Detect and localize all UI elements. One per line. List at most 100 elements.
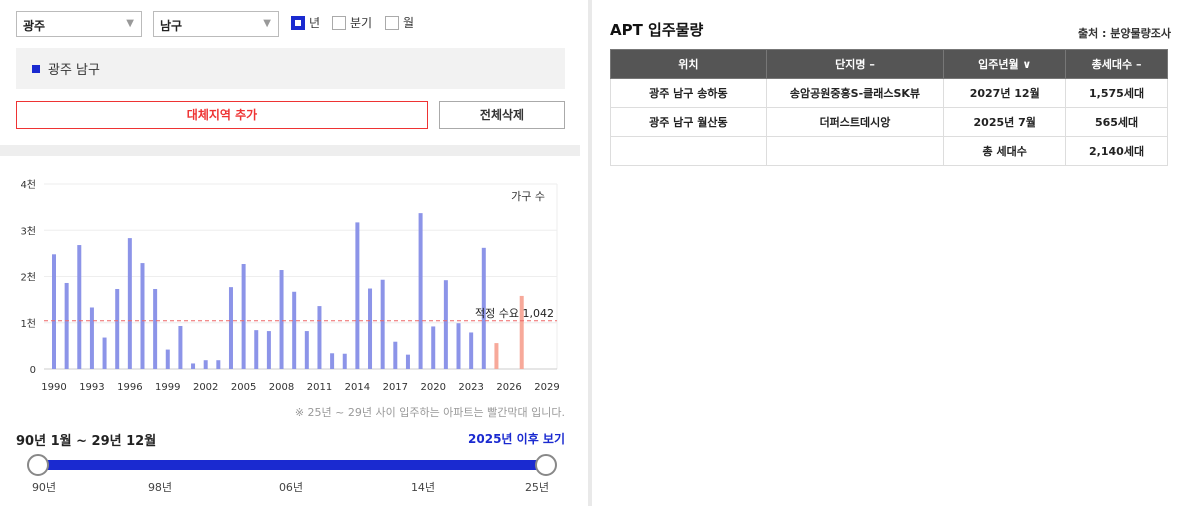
bar xyxy=(418,213,423,369)
col-location[interactable]: 위치 xyxy=(610,49,767,79)
after-2025-link[interactable]: 2025년 이후 보기 xyxy=(468,430,565,447)
cell-location: 광주 남구 송하동 xyxy=(610,78,767,108)
bar xyxy=(292,291,297,369)
bar xyxy=(140,263,145,369)
col-total-households[interactable]: 총세대수 – xyxy=(1065,49,1168,79)
bar xyxy=(241,264,246,369)
bar xyxy=(443,280,448,369)
checkbox-unchecked-icon xyxy=(332,15,346,30)
chart-note: ※ 25년 ~ 29년 사이 입주하는 아파트는 빨간막대 입니다. xyxy=(294,406,565,419)
period-quarter-label: 분기 xyxy=(350,16,373,30)
y-tick-label: 4천 xyxy=(20,179,36,191)
bar xyxy=(368,288,373,369)
supply-bar-chart: 0 1천 2천 3천 4천 1990 1993 1996 1999 2002 2005 2008 201… xyxy=(20,179,559,393)
selected-region-label: 광주 남구 xyxy=(48,63,100,78)
cell-move-in-date: 2027년 12월 xyxy=(943,78,1067,108)
table-row[interactable]: 광주 남구 월산동 더퍼스트데시앙 2025년 7월 565세대 xyxy=(610,107,1168,137)
district-select-value: 남구 xyxy=(160,19,183,33)
bar xyxy=(115,288,120,369)
region-color-marker xyxy=(32,64,40,73)
bar xyxy=(431,326,436,369)
bar xyxy=(127,238,132,369)
apt-supply-title: APT 입주물량 xyxy=(610,21,704,39)
bar xyxy=(304,331,309,369)
x-tick-label: 2026 xyxy=(496,382,521,393)
bar xyxy=(456,323,461,369)
apt-supply-table: 위치 단지명 – 입주년월 ∨ 총세대수 – 광주 남구 송하동 송암공원중흥S… xyxy=(610,49,1168,166)
bar xyxy=(266,331,271,369)
period-month-checkbox[interactable]: 월 xyxy=(385,14,414,31)
range-label: 90년 1월 ~ 29년 12월 xyxy=(16,434,157,449)
district-select[interactable]: 남구 ▼ xyxy=(153,11,279,37)
table-row[interactable]: 광주 남구 송하동 송암공원중흥S-클래스SK뷰 2027년 12월 1,575… xyxy=(610,78,1168,108)
cell-location: 광주 남구 월산동 xyxy=(610,107,767,137)
right-panel: APT 입주물량 출처 : 분양물량조사 위치 단지명 – 입주년월 ∨ 총세대… xyxy=(592,0,1179,506)
col-move-in-date[interactable]: 입주년월 ∨ xyxy=(943,49,1067,79)
bar xyxy=(494,343,499,369)
range-end-handle[interactable] xyxy=(535,454,557,476)
x-tick-label: 2008 xyxy=(269,382,294,393)
bar xyxy=(77,245,82,369)
province-select[interactable]: 광주 ▼ xyxy=(16,11,142,37)
x-tick-label: 2029 xyxy=(534,382,559,393)
period-year-label: 년 xyxy=(309,16,321,30)
bar xyxy=(355,222,360,369)
bar xyxy=(254,330,259,369)
bar xyxy=(191,363,196,369)
cell-total-label: 총 세대수 xyxy=(943,136,1067,166)
y-axis-label: 가구 수 xyxy=(511,190,545,203)
x-tick-label: 2023 xyxy=(458,382,483,393)
province-select-value: 광주 xyxy=(23,19,46,33)
slider-tick-label: 98년 xyxy=(147,481,173,494)
table-header-row: 위치 단지명 – 입주년월 ∨ 총세대수 – xyxy=(610,49,1168,79)
range-start-handle[interactable] xyxy=(27,454,49,476)
selected-region-box: 광주 남구 xyxy=(16,48,565,89)
bar xyxy=(153,288,158,369)
cell-complex-name: 더퍼스트데시앙 xyxy=(765,107,945,137)
bar xyxy=(380,279,385,369)
bar xyxy=(279,270,284,369)
y-tick-label: 0 xyxy=(30,365,36,376)
bar xyxy=(203,360,208,369)
x-tick-label: 1993 xyxy=(79,382,104,393)
cell-total-value: 2,140세대 xyxy=(1065,136,1168,166)
slider-tick-label: 25년 xyxy=(524,481,550,494)
add-alt-region-button[interactable]: 대체지역 추가 xyxy=(16,101,428,129)
col-complex-name[interactable]: 단지명 – xyxy=(765,49,945,79)
period-month-label: 월 xyxy=(403,16,415,30)
bar xyxy=(342,353,347,369)
section-divider xyxy=(0,145,580,156)
x-tick-label: 2011 xyxy=(307,382,332,393)
source-label: 출처 : 분양물량조사 xyxy=(1077,27,1171,40)
y-tick-label: 1천 xyxy=(20,318,36,330)
x-tick-label: 2005 xyxy=(231,382,256,393)
bar xyxy=(178,325,183,369)
range-slider-track[interactable] xyxy=(38,460,546,470)
chevron-down-icon: ▼ xyxy=(126,18,134,29)
y-tick-label: 2천 xyxy=(20,272,36,284)
cell-complex-name: 송암공원중흥S-클래스SK뷰 xyxy=(765,78,945,108)
x-tick-label: 2017 xyxy=(383,382,408,393)
delete-all-button[interactable]: 전체삭제 xyxy=(439,101,565,129)
cell-move-in-date: 2025년 7월 xyxy=(943,107,1067,137)
table-total-row: 총 세대수 2,140세대 xyxy=(610,136,1168,166)
cell-total-households: 1,575세대 xyxy=(1065,78,1168,108)
period-quarter-checkbox[interactable]: 분기 xyxy=(332,14,372,31)
bar xyxy=(228,287,233,369)
x-tick-label: 1996 xyxy=(117,382,142,393)
checkbox-unchecked-icon xyxy=(385,15,399,30)
bar xyxy=(317,306,322,369)
slider-tick-label: 06년 xyxy=(278,481,304,494)
bar xyxy=(52,254,56,369)
cell-total-households: 565세대 xyxy=(1065,107,1168,137)
bar xyxy=(393,341,398,369)
bar xyxy=(102,337,107,369)
x-tick-label: 2002 xyxy=(193,382,218,393)
reference-line-label: 적정 수요 1,042 xyxy=(475,307,554,320)
bar xyxy=(330,353,335,369)
cell-empty xyxy=(765,136,945,166)
bar xyxy=(216,360,221,369)
bar xyxy=(89,307,94,369)
period-year-checkbox[interactable]: 년 xyxy=(291,14,320,31)
app-root: 광주 ▼ 남구 ▼ 년 분기 월 광주 남구 대체지역 추가 전체삭제 0 1천 2… xyxy=(0,0,1179,506)
